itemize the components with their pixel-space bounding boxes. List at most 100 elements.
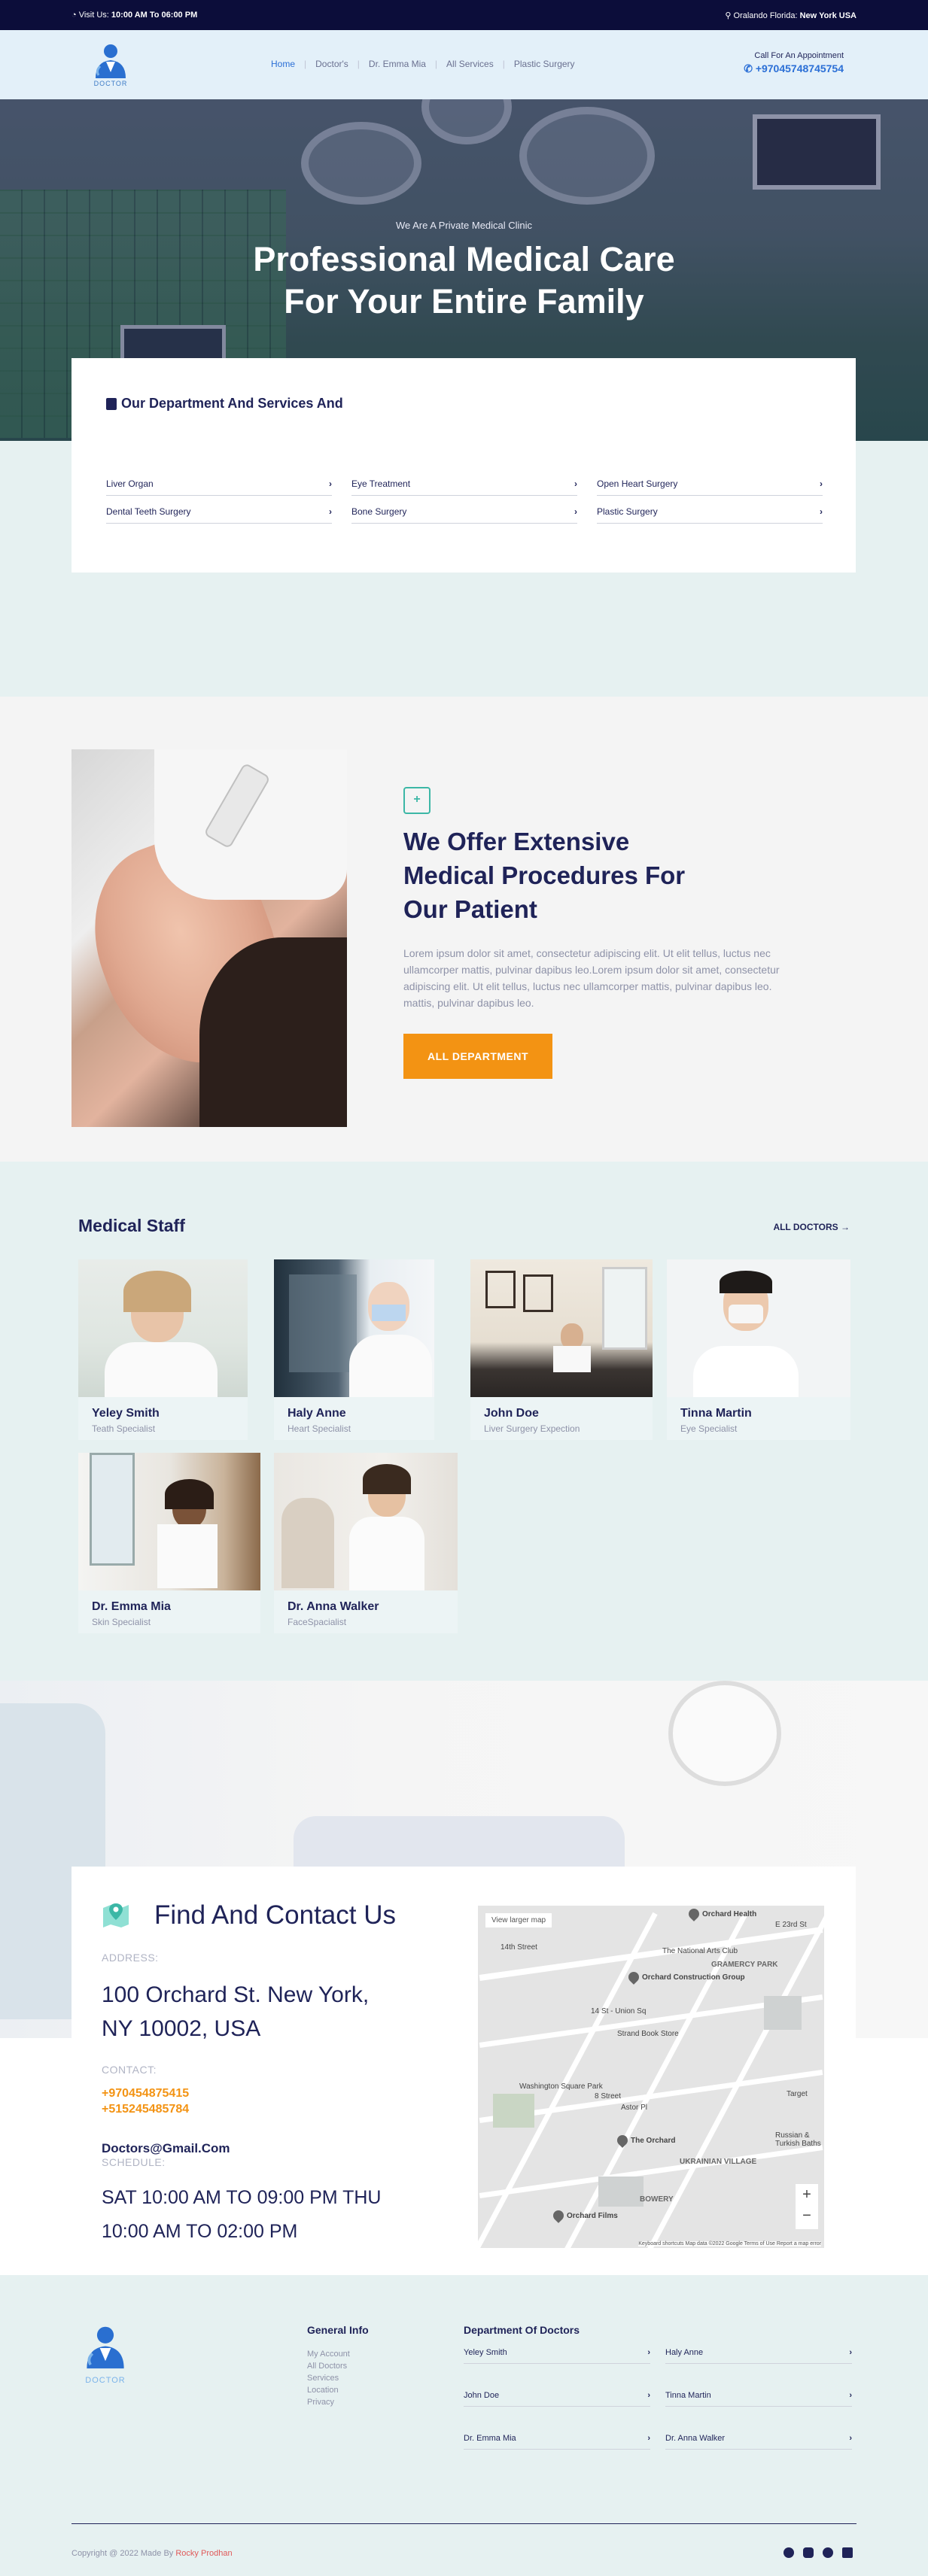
- offer-title-line2: Medical Procedures For: [403, 861, 686, 889]
- site-header: DOCTOR Home | Doctor's | Dr. Emma Mia | All…: [0, 30, 928, 99]
- footer-doctor-item[interactable]: Dr. Anna Walker ›: [665, 2434, 852, 2450]
- chevron-right-icon: ›: [849, 2434, 852, 2443]
- contact-email[interactable]: Doctors@Gmail.Com: [102, 2141, 230, 2156]
- call-phone[interactable]: ✆ +97045748745754: [744, 62, 844, 75]
- doctor-card[interactable]: Tinna Martin Eye Specialist: [667, 1259, 850, 1440]
- footer-logo[interactable]: DOCTOR: [79, 2324, 132, 2385]
- zoom-in-button[interactable]: +: [796, 2184, 818, 2205]
- call-label: Call For An Appointment: [754, 51, 844, 60]
- address-value: 100 Orchard St. New York, NY 10002, USA: [102, 1978, 448, 2046]
- top-bar: ◔ Visit Us: 10:00 AM To 06:00 PM ⚲ Orala…: [0, 0, 928, 30]
- all-doctors-link[interactable]: ALL DOCTORS →: [773, 1222, 850, 1232]
- department-item[interactable]: Open Heart Surgery ›: [597, 478, 823, 496]
- chevron-right-icon: ›: [647, 2391, 650, 2400]
- view-larger-map-link[interactable]: View larger map: [485, 1913, 552, 1927]
- chevron-right-icon: ›: [820, 478, 823, 489]
- logo-text: DOCTOR: [93, 80, 128, 87]
- doctor-card[interactable]: Dr. Emma Mia Skin Specialist: [78, 1453, 260, 1633]
- address-line1: 100 Orchard St. New York,: [102, 1982, 370, 2007]
- schedule-line2: 10:00 AM TO 02:00 PM: [102, 2221, 298, 2242]
- doctor-specialty: Eye Specialist: [680, 1423, 738, 1434]
- chevron-right-icon: ›: [647, 2434, 650, 2443]
- offer-body: Lorem ipsum dolor sit amet, consectetur …: [403, 947, 780, 1009]
- department-item[interactable]: Eye Treatment ›: [351, 478, 577, 496]
- footer-doctor-item[interactable]: Dr. Emma Mia ›: [464, 2434, 650, 2450]
- chevron-right-icon: ›: [329, 506, 332, 517]
- nav-home[interactable]: Home: [271, 59, 295, 69]
- doctor-specialty: Teath Specialist: [92, 1423, 156, 1434]
- chevron-right-icon: ›: [574, 478, 577, 489]
- doctor-name: Haly Anne: [288, 1407, 346, 1420]
- doctor-card[interactable]: Dr. Anna Walker FaceSpacialist: [274, 1453, 458, 1633]
- doctor-photo: [78, 1259, 248, 1397]
- instagram-icon[interactable]: [803, 2547, 814, 2558]
- location-city: New York USA: [799, 11, 856, 20]
- chevron-right-icon: ›: [849, 2391, 852, 2400]
- map-marker-icon: [686, 1906, 701, 1921]
- map-label: Orchard Health: [702, 1910, 757, 1918]
- departments-card: Our Department And Services And Liver Or…: [72, 358, 856, 573]
- visit-label: Visit Us:: [78, 11, 109, 20]
- department-label: Dental Teeth Surgery: [106, 506, 191, 517]
- doctor-card[interactable]: Yeley Smith Teath Specialist: [78, 1259, 248, 1440]
- zoom-out-button[interactable]: −: [796, 2205, 818, 2226]
- hospital-icon: [106, 397, 117, 410]
- footer-doctor-item[interactable]: Tinna Martin ›: [665, 2391, 852, 2407]
- footer-doctor-item[interactable]: Haly Anne ›: [665, 2348, 852, 2364]
- nav-plastic-surgery[interactable]: Plastic Surgery: [514, 59, 575, 69]
- chevron-right-icon: ›: [820, 506, 823, 517]
- contact-phone-1[interactable]: +970454875415: [102, 2087, 189, 2101]
- schedule-label: SCHEDULE:: [102, 2156, 166, 2168]
- doctor-card[interactable]: Haly Anne Heart Specialist: [274, 1259, 434, 1440]
- call-box: Call For An Appointment ✆ +9704574874575…: [744, 51, 844, 75]
- footer-doctor-item[interactable]: John Doe ›: [464, 2391, 650, 2407]
- contact-phone-2[interactable]: +515245485784: [102, 2103, 189, 2116]
- department-item[interactable]: Bone Surgery ›: [351, 506, 577, 524]
- footer-link-services[interactable]: Services: [307, 2372, 369, 2384]
- facebook-icon[interactable]: [783, 2547, 794, 2558]
- doctor-name: Tinna Martin: [680, 1407, 752, 1420]
- map-label: UKRAINIAN VILLAGE: [680, 2158, 757, 2166]
- hero-subtitle: We Are A Private Medical Clinic: [395, 220, 533, 231]
- footer-doctor-item[interactable]: Yeley Smith ›: [464, 2348, 650, 2364]
- location-pin-icon: ⚲: [725, 11, 732, 20]
- address-label: ADDRESS:: [102, 1952, 159, 1964]
- offer-title-line1: We Offer Extensive: [403, 828, 630, 855]
- doctor-photo: [470, 1259, 653, 1397]
- nav-dr-emma-mia[interactable]: Dr. Emma Mia: [369, 59, 426, 69]
- map-label: E 23rd St: [775, 1921, 807, 1929]
- footer-link-privacy[interactable]: Privacy: [307, 2396, 369, 2408]
- departments-section: Our Department And Services And Liver Or…: [0, 358, 928, 697]
- twitter-icon[interactable]: [823, 2547, 833, 2558]
- footer-link-all-doctors[interactable]: All Doctors: [307, 2360, 369, 2372]
- department-item[interactable]: Dental Teeth Surgery ›: [106, 506, 332, 524]
- call-phone-number: +97045748745754: [755, 62, 844, 74]
- doctor-specialty: Skin Specialist: [92, 1617, 151, 1627]
- social-links: [783, 2547, 853, 2558]
- nav-doctors[interactable]: Doctor's: [315, 59, 348, 69]
- offer-title: We Offer Extensive Medical Procedures For…: [403, 825, 795, 926]
- schedule-line1: SAT 10:00 AM TO 09:00 PM THU: [102, 2187, 382, 2208]
- copyright-author[interactable]: Rocky Prodhan: [175, 2549, 232, 2558]
- chevron-right-icon: ›: [849, 2348, 852, 2357]
- main-nav: Home | Doctor's | Dr. Emma Mia | All Servic…: [271, 59, 575, 69]
- footer-logo-text: DOCTOR: [85, 2376, 126, 2385]
- department-item[interactable]: Liver Organ ›: [106, 478, 332, 496]
- all-department-button[interactable]: ALL DEPARTMENT: [403, 1034, 553, 1079]
- departments-list: Liver Organ › Eye Treatment › Open Heart S…: [106, 478, 823, 524]
- departments-title: Our Department And Services And: [106, 396, 821, 412]
- doctor-name: John Doe: [484, 1407, 539, 1420]
- logo[interactable]: DOCTOR: [87, 42, 135, 87]
- visit-hours: ◔ Visit Us: 10:00 AM To 06:00 PM: [72, 11, 197, 20]
- footer-doctor-label: Dr. Emma Mia: [464, 2434, 516, 2443]
- google-map[interactable]: View larger map Orchard Health The Natio…: [478, 1906, 824, 2248]
- department-doctors-title: Department Of Doctors: [464, 2324, 580, 2336]
- footer-link-my-account[interactable]: My Account: [307, 2348, 369, 2360]
- department-item[interactable]: Plastic Surgery ›: [597, 506, 823, 524]
- footer-link-location[interactable]: Location: [307, 2384, 369, 2396]
- footer-divider: [72, 2523, 856, 2524]
- doctor-card[interactable]: John Doe Liver Surgery Expection: [470, 1259, 653, 1440]
- wall-clock: [668, 1681, 781, 1786]
- nav-all-services[interactable]: All Services: [446, 59, 494, 69]
- linkedin-icon[interactable]: [842, 2547, 853, 2558]
